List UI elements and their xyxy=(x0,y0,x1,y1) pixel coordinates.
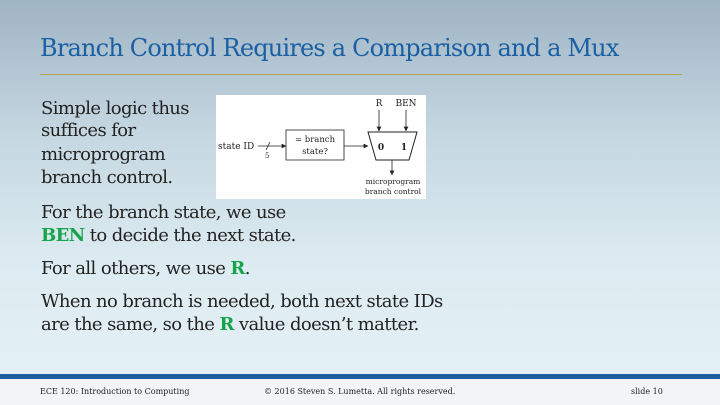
title-divider xyxy=(40,74,682,75)
mux-shape xyxy=(367,131,418,161)
intro-line-2: suffices for xyxy=(41,120,136,141)
slide-title: Branch Control Requires a Comparison and… xyxy=(40,34,619,62)
branch-state-line-2-rest: to decide the next state. xyxy=(84,225,297,246)
footer-copyright: © 2016 Steven S. Lumetta. All rights res… xyxy=(264,387,456,396)
input-r-label: R xyxy=(376,99,383,109)
no-branch-line-1: When no branch is needed, both next stat… xyxy=(41,291,443,312)
state-id-label: state ID xyxy=(218,142,254,152)
others-line-post: . xyxy=(244,258,251,279)
intro-line-3: microprogram xyxy=(41,144,166,165)
output-label-2: branch control xyxy=(365,187,422,196)
intro-line-1: Simple logic thus xyxy=(41,98,190,119)
input-ben-label: BEN xyxy=(395,99,416,109)
footer-course: ECE 120: Introduction to Computing xyxy=(40,387,190,396)
bus-width-label: 5 xyxy=(265,152,269,160)
no-branch-line-2-post: value doesn’t matter. xyxy=(233,314,419,335)
comparator-label-2: state? xyxy=(302,147,328,157)
intro-line-4: branch control. xyxy=(41,167,173,188)
mux-input-1: 1 xyxy=(401,143,407,153)
footer-slide-number: slide 10 xyxy=(631,387,663,396)
no-branch-line-2: are the same, so the R value doesn’t mat… xyxy=(41,314,419,336)
others-line-pre: For all others, we use xyxy=(41,258,231,279)
mux-input-0: 0 xyxy=(378,143,384,153)
r-highlight: R xyxy=(230,258,245,279)
comparator-label-1: = branch xyxy=(295,135,336,145)
branch-state-line-1: For the branch state, we use xyxy=(41,202,286,223)
branch-state-line-2: BEN to decide the next state. xyxy=(41,225,296,247)
slide-footer: ECE 120: Introduction to Computing © 201… xyxy=(0,379,720,405)
output-label-1: microprogram xyxy=(366,177,421,186)
others-line: For all others, we use R. xyxy=(41,258,251,280)
ben-highlight: BEN xyxy=(41,225,85,246)
no-branch-line-2-pre: are the same, so the xyxy=(41,314,220,335)
branch-control-diagram: R BEN state ID 5 = branch state? 0 1 mic… xyxy=(216,95,426,199)
r-highlight-2: R xyxy=(219,314,234,335)
